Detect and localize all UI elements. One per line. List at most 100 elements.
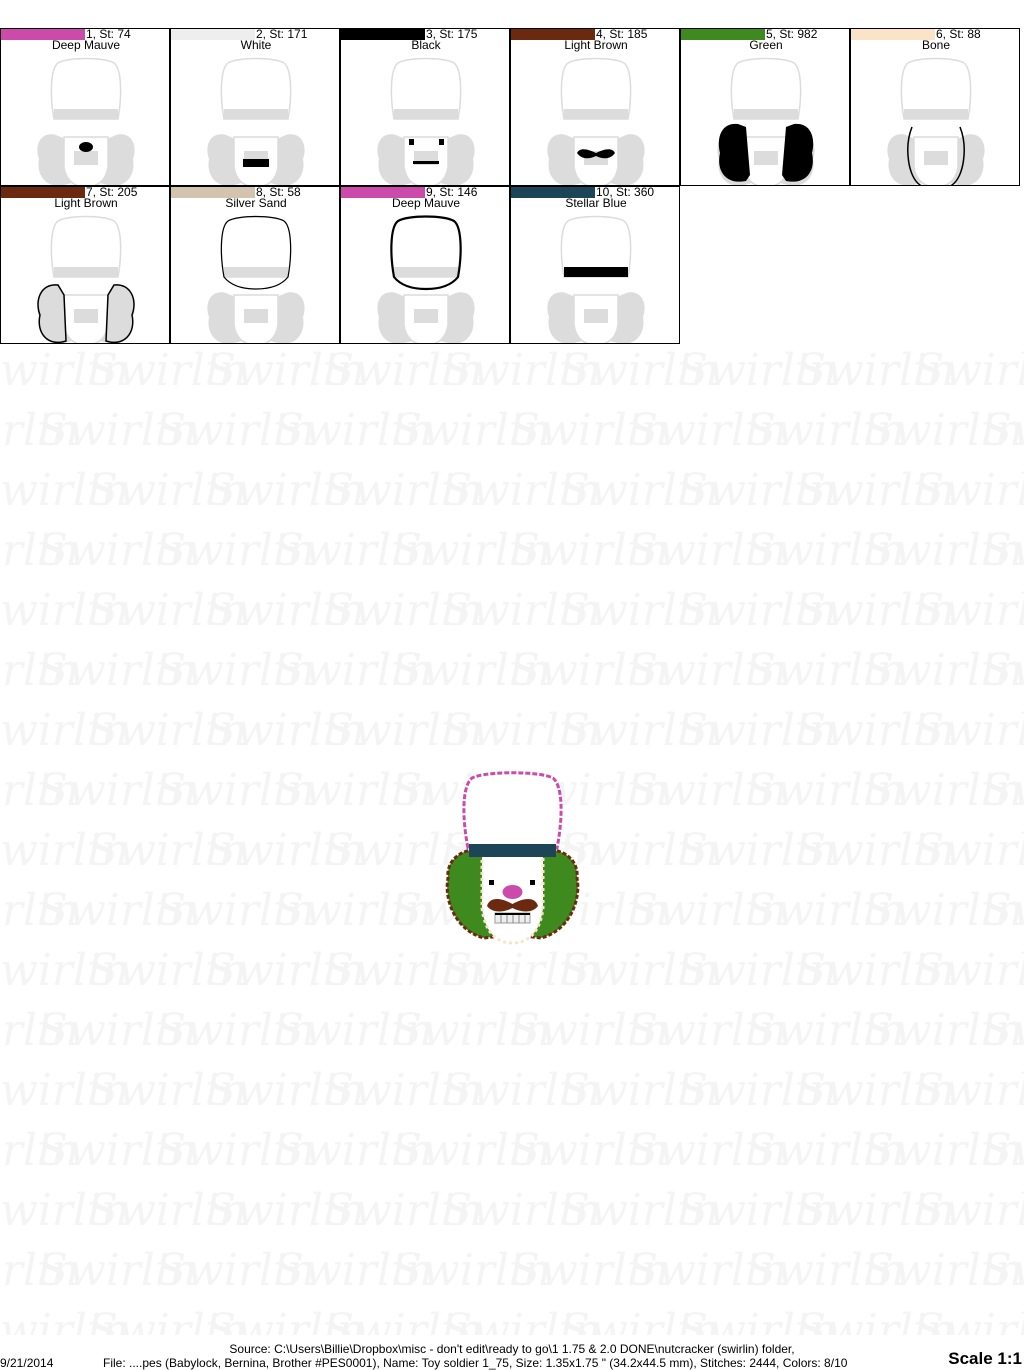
watermark-text: Swirlin [746,765,905,816]
highlight-eye-right [439,139,444,145]
watermark-text: Swirlin [864,645,1023,696]
watermark-text: Swirlin [38,405,197,456]
hat [462,771,563,850]
thread-color-name: Green [749,38,783,52]
watermark-text: Swirlin [0,525,79,576]
watermark-text: Swirlin [0,465,129,516]
watermark-text: Swirlin [0,1065,129,1116]
thread-color-name: Bone [921,38,951,52]
watermark-text: Swirlin [206,1065,365,1116]
watermark-text: Swirlin [274,1245,433,1296]
watermark-text: Swirlin [206,1305,365,1335]
watermark-text: Swirlin [324,705,483,756]
color-stop-cell: 8, St: 58 Silver Sand [170,185,340,344]
eye-right [530,880,535,885]
watermark-text: Swirlin [274,1005,433,1056]
stop-preview-thumbnail [887,57,985,185]
watermark-text: Swirlin [0,1005,79,1056]
watermark-text: Swirlin [38,645,197,696]
watermark-text: Swirlin [0,345,129,396]
watermark-text: Swirlin [206,585,365,636]
thread-color-name: Light Brown [54,196,118,210]
watermark-text: Swirlin [678,585,837,636]
watermark-text: Swirlin [0,945,129,996]
watermark-text: Swirlin [982,765,1024,816]
color-stop-cell: 1, St: 74 Deep Mauve [0,27,170,186]
watermark-text: Swirlin [678,705,837,756]
stop-preview-thumbnail [377,215,475,343]
watermark-text: Swirlin [392,645,551,696]
watermark-text: Swirlin [38,525,197,576]
watermark-text: Swirlin [746,1125,905,1176]
watermark-text: Swirlin [156,525,315,576]
watermark-text: Swirlin [982,1125,1024,1176]
watermark-text: Swirlin [864,1005,1023,1056]
watermark-text: Swirlin [0,405,79,456]
watermark-text: Swirlin [914,705,1024,756]
watermark-text: Swirlin [796,945,955,996]
watermark-text: Swirlin [914,825,1024,876]
watermark-text: Swirlin [628,405,787,456]
watermark-text: Swirlin [324,945,483,996]
watermark-text: Swirlin [274,1125,433,1176]
watermark-text: Swirlin [560,585,719,636]
watermark-text: Swirlin [510,525,669,576]
watermark-text: Swirlin [628,765,787,816]
watermark-text: Swirlin [678,465,837,516]
color-stop-grid: 1, St: 74 Deep Mauve 2, St: 171 White 3, St:… [0,0,1024,346]
watermark-text: Swirlin [678,825,837,876]
watermark-text: Swirlin [324,1185,483,1236]
watermark-text: Swirlin [746,525,905,576]
watermark-text: Swirlin [88,825,247,876]
watermark-text: Swirlin [864,405,1023,456]
watermark-text: Swirlin [0,1305,129,1335]
color-stop-cell: 6, St: 88 Bone [850,27,1020,186]
thread-color-name: Deep Mauve [51,38,121,52]
watermark-text: Swirlin [156,765,315,816]
watermark-text: Swirlin [914,1305,1024,1335]
watermark-text: Swirlin [982,885,1024,936]
thread-color-name: Black [411,38,441,52]
watermark-text: Swirlin [796,1305,955,1335]
highlight-hair-outline-right [105,284,135,343]
watermark-text: Swirlin [796,1185,955,1236]
watermark-text: Swirlin [442,705,601,756]
watermark-text: Swirlin [442,945,601,996]
color-stop-cell: 10, St: 360 Stellar Blue [510,185,680,344]
watermark-text: Swirlin [746,645,905,696]
watermark-text: Swirlin [796,465,955,516]
watermark-text: Swirlin [560,1065,719,1116]
watermark-text: Swirlin [746,405,905,456]
watermark-text: Swirlin [914,945,1024,996]
thread-color-name: Light Brown [564,38,628,52]
watermark-text: Swirlin [156,1245,315,1296]
watermark-text: Swirlin [88,585,247,636]
watermark-text: Swirlin [678,945,837,996]
highlight-hair-right [782,123,814,182]
watermark-text: Swirlin [324,585,483,636]
watermark-text: Swirlin [392,1005,551,1056]
watermark-text: Swirlin [392,405,551,456]
watermark-text: Swirlin [38,1005,197,1056]
watermark-text: Swirlin [274,765,433,816]
watermark-text: Swirlin [324,465,483,516]
watermark-text: Swirlin [274,645,433,696]
watermark-text: Swirlin [864,525,1023,576]
watermark-text: Swirlin [442,345,601,396]
stop-preview-thumbnail [207,57,305,185]
watermark-text: Swirlin [88,1305,247,1335]
watermark-text: Swirlin [442,1305,601,1335]
watermark-text: Swirlin [560,1185,719,1236]
highlight-hair-left [718,123,750,182]
stop-preview-thumbnail [547,57,645,185]
watermark-text: Swirlin [914,345,1024,396]
color-stop-cell: 3, St: 175 Black [340,27,510,186]
watermark-text: Swirlin [0,765,79,816]
watermark-text: Swirlin [0,705,129,756]
watermark-text: Swirlin [510,1125,669,1176]
file-info: File: ....pes (Babylock, Bernina, Brothe… [103,1356,848,1370]
watermark-text: Swirlin [746,885,905,936]
watermark-text: Swirlin [678,1305,837,1335]
watermark-text: Swirlin [510,405,669,456]
watermark-text: Swirlin [864,1245,1023,1296]
